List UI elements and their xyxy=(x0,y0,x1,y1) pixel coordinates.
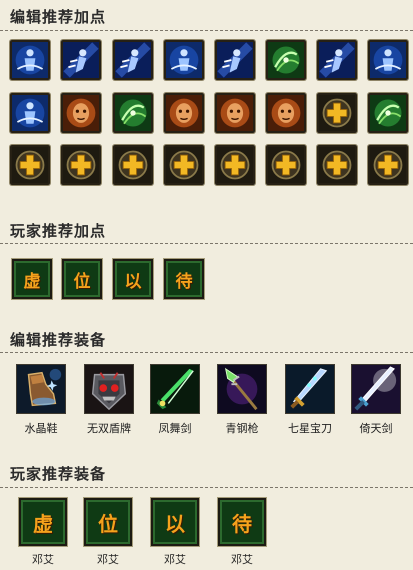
blue-figure-icon[interactable] xyxy=(10,40,50,80)
equip-name: 青钢枪 xyxy=(225,422,259,435)
gold-cross-icon[interactable] xyxy=(215,145,255,185)
blue-dash-icon[interactable] xyxy=(113,40,153,80)
star-blade-icon[interactable] xyxy=(285,364,335,414)
equip-name: 无双盾牌 xyxy=(87,422,131,435)
section-title-player-equip: 玩家推荐装备 xyxy=(10,465,107,483)
blue-figure-icon[interactable] xyxy=(368,40,408,80)
gold-cross-icon[interactable] xyxy=(317,145,357,185)
player-equip-slot-4[interactable]: 待 xyxy=(218,498,266,546)
equip-name: 倚天剑 xyxy=(359,422,393,435)
gold-cross-icon[interactable] xyxy=(113,145,153,185)
blue-dash-icon[interactable] xyxy=(61,40,101,80)
gold-cross-icon[interactable] xyxy=(368,145,408,185)
gold-cross-icon[interactable] xyxy=(317,93,357,133)
green-swirl-icon[interactable] xyxy=(266,40,306,80)
placeholder-slot-4[interactable]: 待 xyxy=(164,259,204,299)
fire-face-icon[interactable] xyxy=(61,93,101,133)
gold-cross-icon[interactable] xyxy=(61,145,101,185)
divider xyxy=(0,352,413,353)
blue-figure-icon[interactable] xyxy=(10,93,50,133)
equip-name: 水晶鞋 xyxy=(24,422,58,435)
divider xyxy=(0,30,413,31)
gold-cross-icon[interactable] xyxy=(266,145,306,185)
divider xyxy=(0,487,413,488)
placeholder-slot-2[interactable]: 位 xyxy=(62,259,102,299)
section-title-editor-equip: 编辑推荐装备 xyxy=(10,331,107,349)
section-title-editor-skill: 编辑推荐加点 xyxy=(10,8,107,26)
crystal-boot-icon[interactable] xyxy=(16,364,66,414)
equip-name: 七星宝刀 xyxy=(288,422,332,435)
blue-dash-icon[interactable] xyxy=(317,40,357,80)
demon-shield-icon[interactable] xyxy=(84,364,134,414)
fire-face-icon[interactable] xyxy=(164,93,204,133)
placeholder-slot-1[interactable]: 虚 xyxy=(12,259,52,299)
player-equip-slot-1[interactable]: 虚 xyxy=(19,498,67,546)
gold-cross-icon[interactable] xyxy=(164,145,204,185)
section-title-player-skill: 玩家推荐加点 xyxy=(10,222,107,240)
blue-dash-icon[interactable] xyxy=(215,40,255,80)
green-swirl-icon[interactable] xyxy=(368,93,408,133)
equip-name: 凤舞剑 xyxy=(158,422,192,435)
player-equip-caption: 邓艾 xyxy=(164,553,186,566)
player-equip-caption: 邓艾 xyxy=(231,553,253,566)
blue-figure-icon[interactable] xyxy=(164,40,204,80)
heaven-sword-icon[interactable] xyxy=(351,364,401,414)
fire-face-icon[interactable] xyxy=(215,93,255,133)
player-equip-caption: 邓艾 xyxy=(97,553,119,566)
green-spear-icon[interactable] xyxy=(217,364,267,414)
fire-face-icon[interactable] xyxy=(266,93,306,133)
gold-cross-icon[interactable] xyxy=(10,145,50,185)
divider xyxy=(0,243,413,244)
player-equip-caption: 邓艾 xyxy=(32,553,54,566)
green-swirl-icon[interactable] xyxy=(113,93,153,133)
player-equip-slot-2[interactable]: 位 xyxy=(84,498,132,546)
placeholder-slot-3[interactable]: 以 xyxy=(113,259,153,299)
player-equip-slot-3[interactable]: 以 xyxy=(151,498,199,546)
green-sword-icon[interactable] xyxy=(150,364,200,414)
